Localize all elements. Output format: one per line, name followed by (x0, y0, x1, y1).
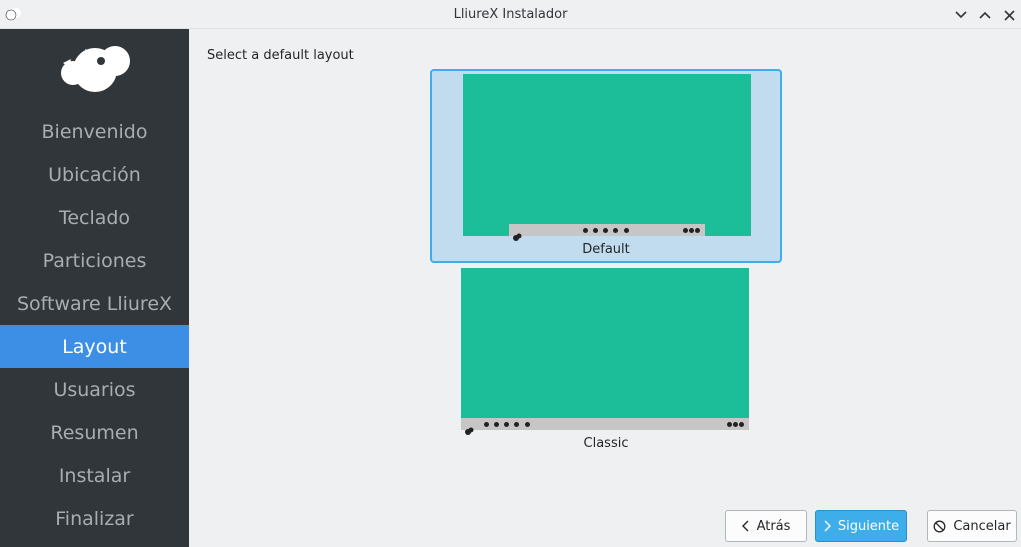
window-title: LliureX Instalador (453, 7, 568, 22)
panel-tray-dot (733, 422, 738, 427)
sidebar-item-finalizar[interactable]: Finalizar (0, 497, 189, 540)
panel-tray-dot (695, 228, 700, 233)
default-panel (509, 224, 705, 241)
sidebar-item-bienvenido[interactable]: Bienvenido (0, 110, 189, 153)
sidebar-item-software-lliurex[interactable]: Software LliureX (0, 282, 189, 325)
layout-option-classic[interactable]: Classic (430, 265, 782, 459)
panel-task-dot (624, 228, 629, 233)
sidebar-item-layout[interactable]: Layout (0, 325, 189, 368)
chevron-left-icon (741, 520, 750, 532)
classic-panel (461, 418, 749, 435)
maximize-icon[interactable] (975, 5, 995, 25)
chevron-right-icon (823, 520, 831, 532)
sidebar-item-particiones[interactable]: Particiones (0, 239, 189, 282)
sidebar-item-usuarios[interactable]: Usuarios (0, 368, 189, 411)
minimize-icon[interactable] (951, 5, 971, 25)
lliurex-logo-icon (55, 43, 135, 97)
layout-label-classic: Classic (583, 436, 629, 451)
sidebar: Bienvenido Ubicación Teclado Particiones… (0, 29, 189, 547)
classic-layout-preview (461, 268, 749, 435)
installer-window: LliureX Instalador Bienvenido Ubicación … (0, 0, 1021, 547)
panel-tray-dot (683, 228, 688, 233)
panel-task-dot (583, 228, 588, 233)
panel-task-dot (484, 422, 489, 427)
cancel-button[interactable]: Cancelar (927, 510, 1017, 542)
panel-task-dot (504, 422, 509, 427)
title-bar: LliureX Instalador (0, 0, 1021, 29)
sidebar-item-resumen[interactable]: Resumen (0, 411, 189, 454)
panel-task-dot (593, 228, 598, 233)
layout-label-default: Default (582, 242, 630, 257)
panel-task-dot (494, 422, 499, 427)
default-layout-preview (463, 74, 751, 241)
main-content: Select a default layout Default Classic … (189, 29, 1021, 547)
panel-task-dot (525, 422, 530, 427)
sidebar-item-ubicacion[interactable]: Ubicación (0, 153, 189, 196)
next-button-label: Siguiente (837, 518, 900, 534)
back-button-label: Atrás (756, 518, 791, 534)
sidebar-item-instalar[interactable]: Instalar (0, 454, 189, 497)
panel-task-dot (603, 228, 608, 233)
panel-tray-dot (689, 228, 694, 233)
close-icon[interactable] (999, 5, 1019, 25)
next-button[interactable]: Siguiente (815, 510, 907, 542)
panel-task-dot (613, 228, 618, 233)
panel-task-dot (514, 422, 519, 427)
sidebar-item-teclado[interactable]: Teclado (0, 196, 189, 239)
back-button[interactable]: Atrás (725, 510, 807, 542)
cancel-button-label: Cancelar (953, 518, 1011, 534)
section-label: Select a default layout (207, 48, 354, 63)
panel-tray-dot (727, 422, 732, 427)
layout-option-default[interactable]: Default (430, 69, 782, 263)
cancel-circle-icon (933, 520, 946, 533)
panel-tray-dot (739, 422, 744, 427)
